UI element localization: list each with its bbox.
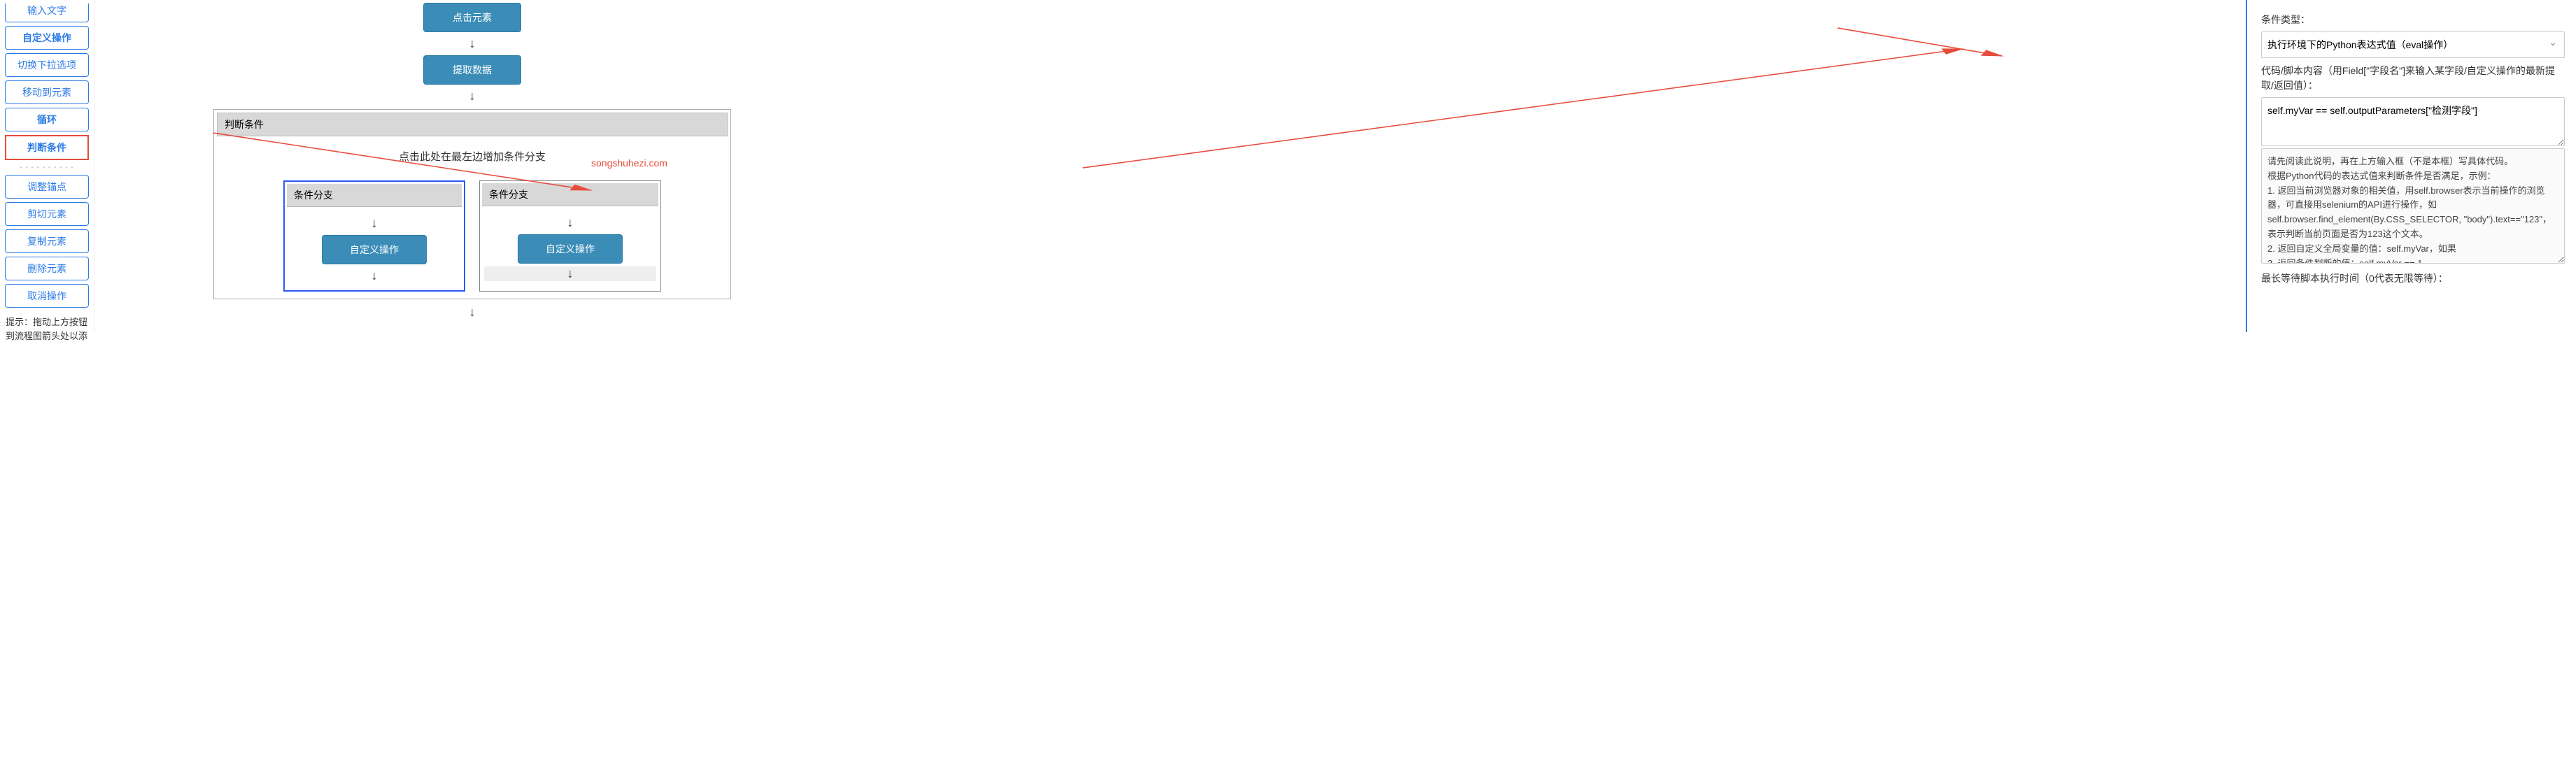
arrow-down-icon: ↓ [157, 36, 787, 51]
sidebar-btn-switch-dropdown[interactable]: 切换下拉选项 [5, 53, 89, 77]
node-extract-data[interactable]: 提取数据 [423, 55, 521, 85]
arrow-down-icon: ↓ [483, 215, 658, 230]
condition-container[interactable]: 判断条件 点击此处在最左边增加条件分支 条件分支 ↓ 自定义操作 ↓ 条件分支 [213, 109, 731, 299]
arrow-down-icon: ↓ [157, 89, 787, 103]
arrow-down-icon: ↓ [288, 216, 461, 231]
sidebar-btn-delete[interactable]: 删除元素 [5, 257, 89, 280]
condition-branch-2[interactable]: 条件分支 ↓ 自定义操作 ↓ [479, 180, 661, 292]
sidebar-btn-loop[interactable]: 循环 [5, 108, 89, 131]
sidebar-btn-condition[interactable]: 判断条件 [5, 135, 89, 160]
sidebar-btn-cut[interactable]: 剪切元素 [5, 202, 89, 226]
divider: - - - - - - - - - - [3, 164, 91, 171]
branch-node-custom-op[interactable]: 自定义操作 [518, 234, 623, 264]
sidebar-btn-move-to-element[interactable]: 移动到元素 [5, 80, 89, 104]
textarea-info[interactable] [2261, 148, 2565, 264]
select-condition-type[interactable]: 执行环境下的Python表达式值（eval操作） [2261, 31, 2565, 58]
textarea-code[interactable] [2261, 97, 2565, 146]
sidebar-btn-input-text[interactable]: 输入文字 [5, 3, 89, 22]
branch-header[interactable]: 条件分支 [482, 183, 658, 206]
condition-branch-1[interactable]: 条件分支 ↓ 自定义操作 ↓ [283, 180, 465, 292]
sidebar-btn-adjust-anchor[interactable]: 调整锚点 [5, 175, 89, 199]
properties-panel: 条件类型： 执行环境下的Python表达式值（eval操作） 代码/脚本内容（用… [2247, 0, 2576, 332]
arrow-down-icon: ↓ [157, 305, 787, 320]
sidebar: 输入文字 自定义操作 切换下拉选项 移动到元素 循环 判断条件 - - - - … [0, 0, 94, 332]
branch-node-custom-op[interactable]: 自定义操作 [322, 235, 427, 264]
sidebar-btn-copy[interactable]: 复制元素 [5, 229, 89, 253]
condition-header[interactable]: 判断条件 [217, 113, 728, 136]
arrow-down-icon: ↓ [484, 266, 656, 281]
arrow-down-icon: ↓ [288, 269, 461, 283]
sidebar-tip: 提示：拖动上方按钮到流程图箭头处以添 [3, 311, 91, 347]
sidebar-btn-custom-op[interactable]: 自定义操作 [5, 26, 89, 50]
watermark: songshuhezi.com [591, 157, 667, 169]
flow-canvas: 点击元素 ↓ 提取数据 ↓ 判断条件 点击此处在最左边增加条件分支 条件分支 ↓… [94, 0, 2247, 332]
label-code-content: 代码/脚本内容（用Field["字段名"]来输入某字段/自定义操作的最新提取/返… [2261, 64, 2565, 93]
branch-header[interactable]: 条件分支 [287, 184, 462, 207]
label-wait-time: 最长等待脚本执行时间（0代表无限等待）： [2261, 271, 2565, 286]
label-condition-type: 条件类型： [2261, 13, 2565, 27]
node-click-element[interactable]: 点击元素 [423, 3, 521, 32]
sidebar-btn-cancel[interactable]: 取消操作 [5, 284, 89, 308]
